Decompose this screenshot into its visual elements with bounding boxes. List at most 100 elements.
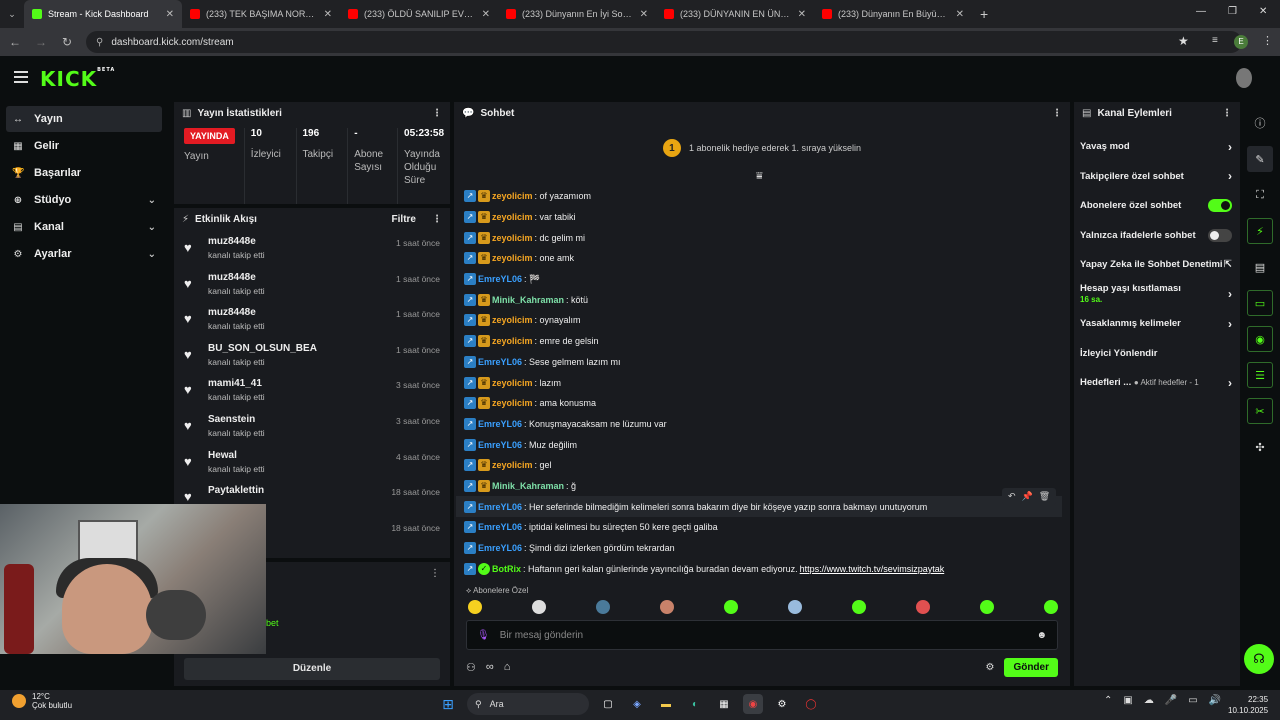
chat-username[interactable]: zeyolicim xyxy=(492,460,533,470)
crown-badge-icon[interactable]: ♛ xyxy=(478,211,490,224)
chat-input[interactable]: 🎙 Bir mesaj gönderin ☻ xyxy=(466,620,1058,650)
chat-username[interactable]: zeyolicim xyxy=(492,233,533,243)
sidebar-item[interactable]: 🏆 Başarılar xyxy=(6,160,162,186)
reply-icon[interactable]: ↶ xyxy=(1008,491,1016,502)
moderator-badge-icon[interactable]: ↗ xyxy=(464,335,476,348)
moderator-badge-icon[interactable]: ↗ xyxy=(464,479,476,492)
opera-icon[interactable]: ◯ xyxy=(801,694,821,714)
tab-close-icon[interactable]: ✕ xyxy=(956,9,964,20)
browser-tab[interactable]: (233) DÜNYANIN EN ÜNLÜ HA ✕ xyxy=(656,0,814,28)
stats-menu-icon[interactable]: ⋮ xyxy=(432,108,442,119)
channel-action-item[interactable]: Yapay Zeka ile Sohbet Denetimi ⇱ xyxy=(1074,250,1240,280)
display-icon[interactable]: ▭ xyxy=(1188,695,1197,706)
document-icon[interactable]: ▤ xyxy=(1247,254,1273,280)
channel-action-item[interactable]: Abonelere özel sohbet xyxy=(1074,191,1240,221)
chat-message[interactable]: ↗ ♛ zeyolicim: of yazamıom xyxy=(464,186,1064,207)
minimize-icon[interactable]: — xyxy=(1196,6,1206,17)
sidebar-item[interactable]: ⚙ Ayarlar ⌄ xyxy=(6,241,162,267)
sidebar-item[interactable]: ▤ Kanal ⌄ xyxy=(6,214,162,240)
tab-close-icon[interactable]: ✕ xyxy=(640,9,648,20)
chat-message[interactable]: ↗ ♛ zeyolicim: oynayalım xyxy=(464,310,1064,331)
pinned-toggle-icon[interactable]: ⩸ xyxy=(756,170,763,183)
moderator-badge-icon[interactable]: ↗ xyxy=(464,211,476,224)
chat-username[interactable]: EmreYL06 xyxy=(478,419,522,429)
moderator-badge-icon[interactable]: ↗ xyxy=(464,252,476,265)
flash-icon[interactable]: ⚡ xyxy=(1247,218,1273,244)
tools-icon[interactable]: ✂ xyxy=(1247,398,1273,424)
channel-action-item[interactable]: Hesap yaşı kısıtlaması 16 sa. › xyxy=(1074,280,1240,310)
chat-message[interactable]: ↗ EmreYL06: Muz değilim xyxy=(464,434,1064,455)
volume-icon[interactable]: 🔊 xyxy=(1209,695,1221,706)
store-icon[interactable]: ⌂ xyxy=(504,661,511,673)
chat-username[interactable]: zeyolicim xyxy=(492,398,533,408)
emote-icon[interactable] xyxy=(724,600,738,614)
copilot-icon[interactable]: ◈ xyxy=(627,694,647,714)
back-icon[interactable]: ← xyxy=(8,35,22,49)
chat-message[interactable]: ↗ ♛ zeyolicim: emre de gelsin xyxy=(464,331,1064,352)
chat-message[interactable]: ↗ EmreYL06: iptidai kelimesi bu süreçten … xyxy=(464,517,1064,538)
tab-close-icon[interactable]: ✕ xyxy=(166,9,174,20)
forward-icon[interactable]: → xyxy=(34,35,48,49)
tab-close-icon[interactable]: ✕ xyxy=(798,9,806,20)
channel-action-item[interactable]: Yalnızca ifadelerle sohbet xyxy=(1074,221,1240,251)
crown-badge-icon[interactable]: ♛ xyxy=(478,190,490,203)
chat-username[interactable]: BotRix xyxy=(492,564,521,574)
reload-icon[interactable]: ↻ xyxy=(60,35,74,49)
lower-panel-menu-icon[interactable]: ⋮ xyxy=(430,568,440,579)
edit-icon[interactable]: ✎ xyxy=(1247,146,1273,172)
tray-expand-icon[interactable]: ⌃ xyxy=(1104,695,1112,706)
infinity-icon[interactable]: ∞ xyxy=(486,661,494,673)
crown-badge-icon[interactable]: ♛ xyxy=(478,397,490,410)
emote-icon[interactable] xyxy=(468,600,482,614)
chat-username[interactable]: zeyolicim xyxy=(492,191,533,201)
apps-icon[interactable]: ✣ xyxy=(1247,434,1273,460)
crop-icon[interactable]: ⛶ xyxy=(1247,182,1273,208)
chat-username[interactable]: EmreYL06 xyxy=(478,543,522,553)
tab-list-button[interactable]: ⌄ xyxy=(0,9,24,20)
chat-message[interactable]: ↗ EmreYL06: 🏁 xyxy=(464,269,1064,290)
taskbar-search[interactable]: ⚲ Ara xyxy=(467,693,589,715)
moderator-badge-icon[interactable]: ↗ xyxy=(464,231,476,244)
browser-tab[interactable]: (233) Dünyanın En Büyük Mağa ✕ xyxy=(814,0,972,28)
chat-message[interactable]: ↗ ♛ Minik_Kahraman: kötü xyxy=(464,289,1064,310)
chat-username[interactable]: EmreYL06 xyxy=(478,274,522,284)
moderator-badge-icon[interactable]: ↗ xyxy=(464,376,476,389)
profile-avatar[interactable]: E xyxy=(1234,35,1248,49)
chat-username[interactable]: zeyolicim xyxy=(492,212,533,222)
chat-username[interactable]: zeyolicim xyxy=(492,315,533,325)
pin-icon[interactable]: 📌 xyxy=(1022,491,1033,502)
start-icon[interactable]: ⊞ xyxy=(438,694,458,714)
cloud-icon[interactable]: ☁ xyxy=(1144,695,1154,706)
kick-assistant-icon[interactable]: ☊ xyxy=(1244,644,1274,674)
edge-icon[interactable]: ◐ xyxy=(685,694,705,714)
delete-icon[interactable]: 🗑 xyxy=(1039,491,1050,502)
browser-tab[interactable]: (233) ÖLDÜ SANILIP EVEREST'I ✕ xyxy=(340,0,498,28)
channel-action-item[interactable]: İzleyici Yönlendir xyxy=(1074,339,1240,369)
chat-username[interactable]: Minik_Kahraman xyxy=(492,481,564,491)
moderator-badge-icon[interactable]: ↗ xyxy=(464,562,476,575)
channel-action-item[interactable]: Yavaş mod › xyxy=(1074,132,1240,162)
activity-menu-icon[interactable]: ⋮ xyxy=(432,214,442,225)
moderator-badge-icon[interactable]: ↗ xyxy=(464,293,476,306)
file-explorer-icon[interactable]: ▬ xyxy=(656,694,676,714)
moderator-badge-icon[interactable]: ↗ xyxy=(464,314,476,327)
chat-message[interactable]: ↗ EmreYL06: Konuşmayacaksam ne lüzumu var xyxy=(464,414,1064,435)
moderator-badge-icon[interactable]: ↗ xyxy=(464,190,476,203)
edit-button[interactable]: Düzenle xyxy=(184,658,440,680)
emote-icon[interactable] xyxy=(1044,600,1058,614)
users-icon[interactable]: ⚇ xyxy=(466,661,476,674)
moderator-badge-icon[interactable]: ↗ xyxy=(464,273,476,286)
gift-leaderboard-banner[interactable]: 1 1 abonelik hediye ederek 1. sıraya yük… xyxy=(454,126,1070,170)
send-button[interactable]: Gönder xyxy=(1004,657,1058,677)
browser-menu-icon[interactable]: ⋮ xyxy=(1262,34,1273,47)
info-icon[interactable]: ⓘ xyxy=(1247,110,1273,136)
weather-widget[interactable]: 12°C Çok bulutlu xyxy=(12,692,72,710)
emote-icon[interactable] xyxy=(916,600,930,614)
crown-badge-icon[interactable]: ♛ xyxy=(478,335,490,348)
chat-message[interactable]: ↗ ♛ zeyolicim: dc gelim mi xyxy=(464,227,1064,248)
url-field[interactable]: ⚲ dashboard.kick.com/stream xyxy=(86,31,1242,53)
steam-icon[interactable]: ⚙ xyxy=(772,694,792,714)
chat-message[interactable]: ↗ EmreYL06: Sese gelmem lazım mı xyxy=(464,352,1064,373)
mic-icon[interactable]: 🎙 xyxy=(477,630,490,641)
crown-badge-icon[interactable]: ♛ xyxy=(478,376,490,389)
